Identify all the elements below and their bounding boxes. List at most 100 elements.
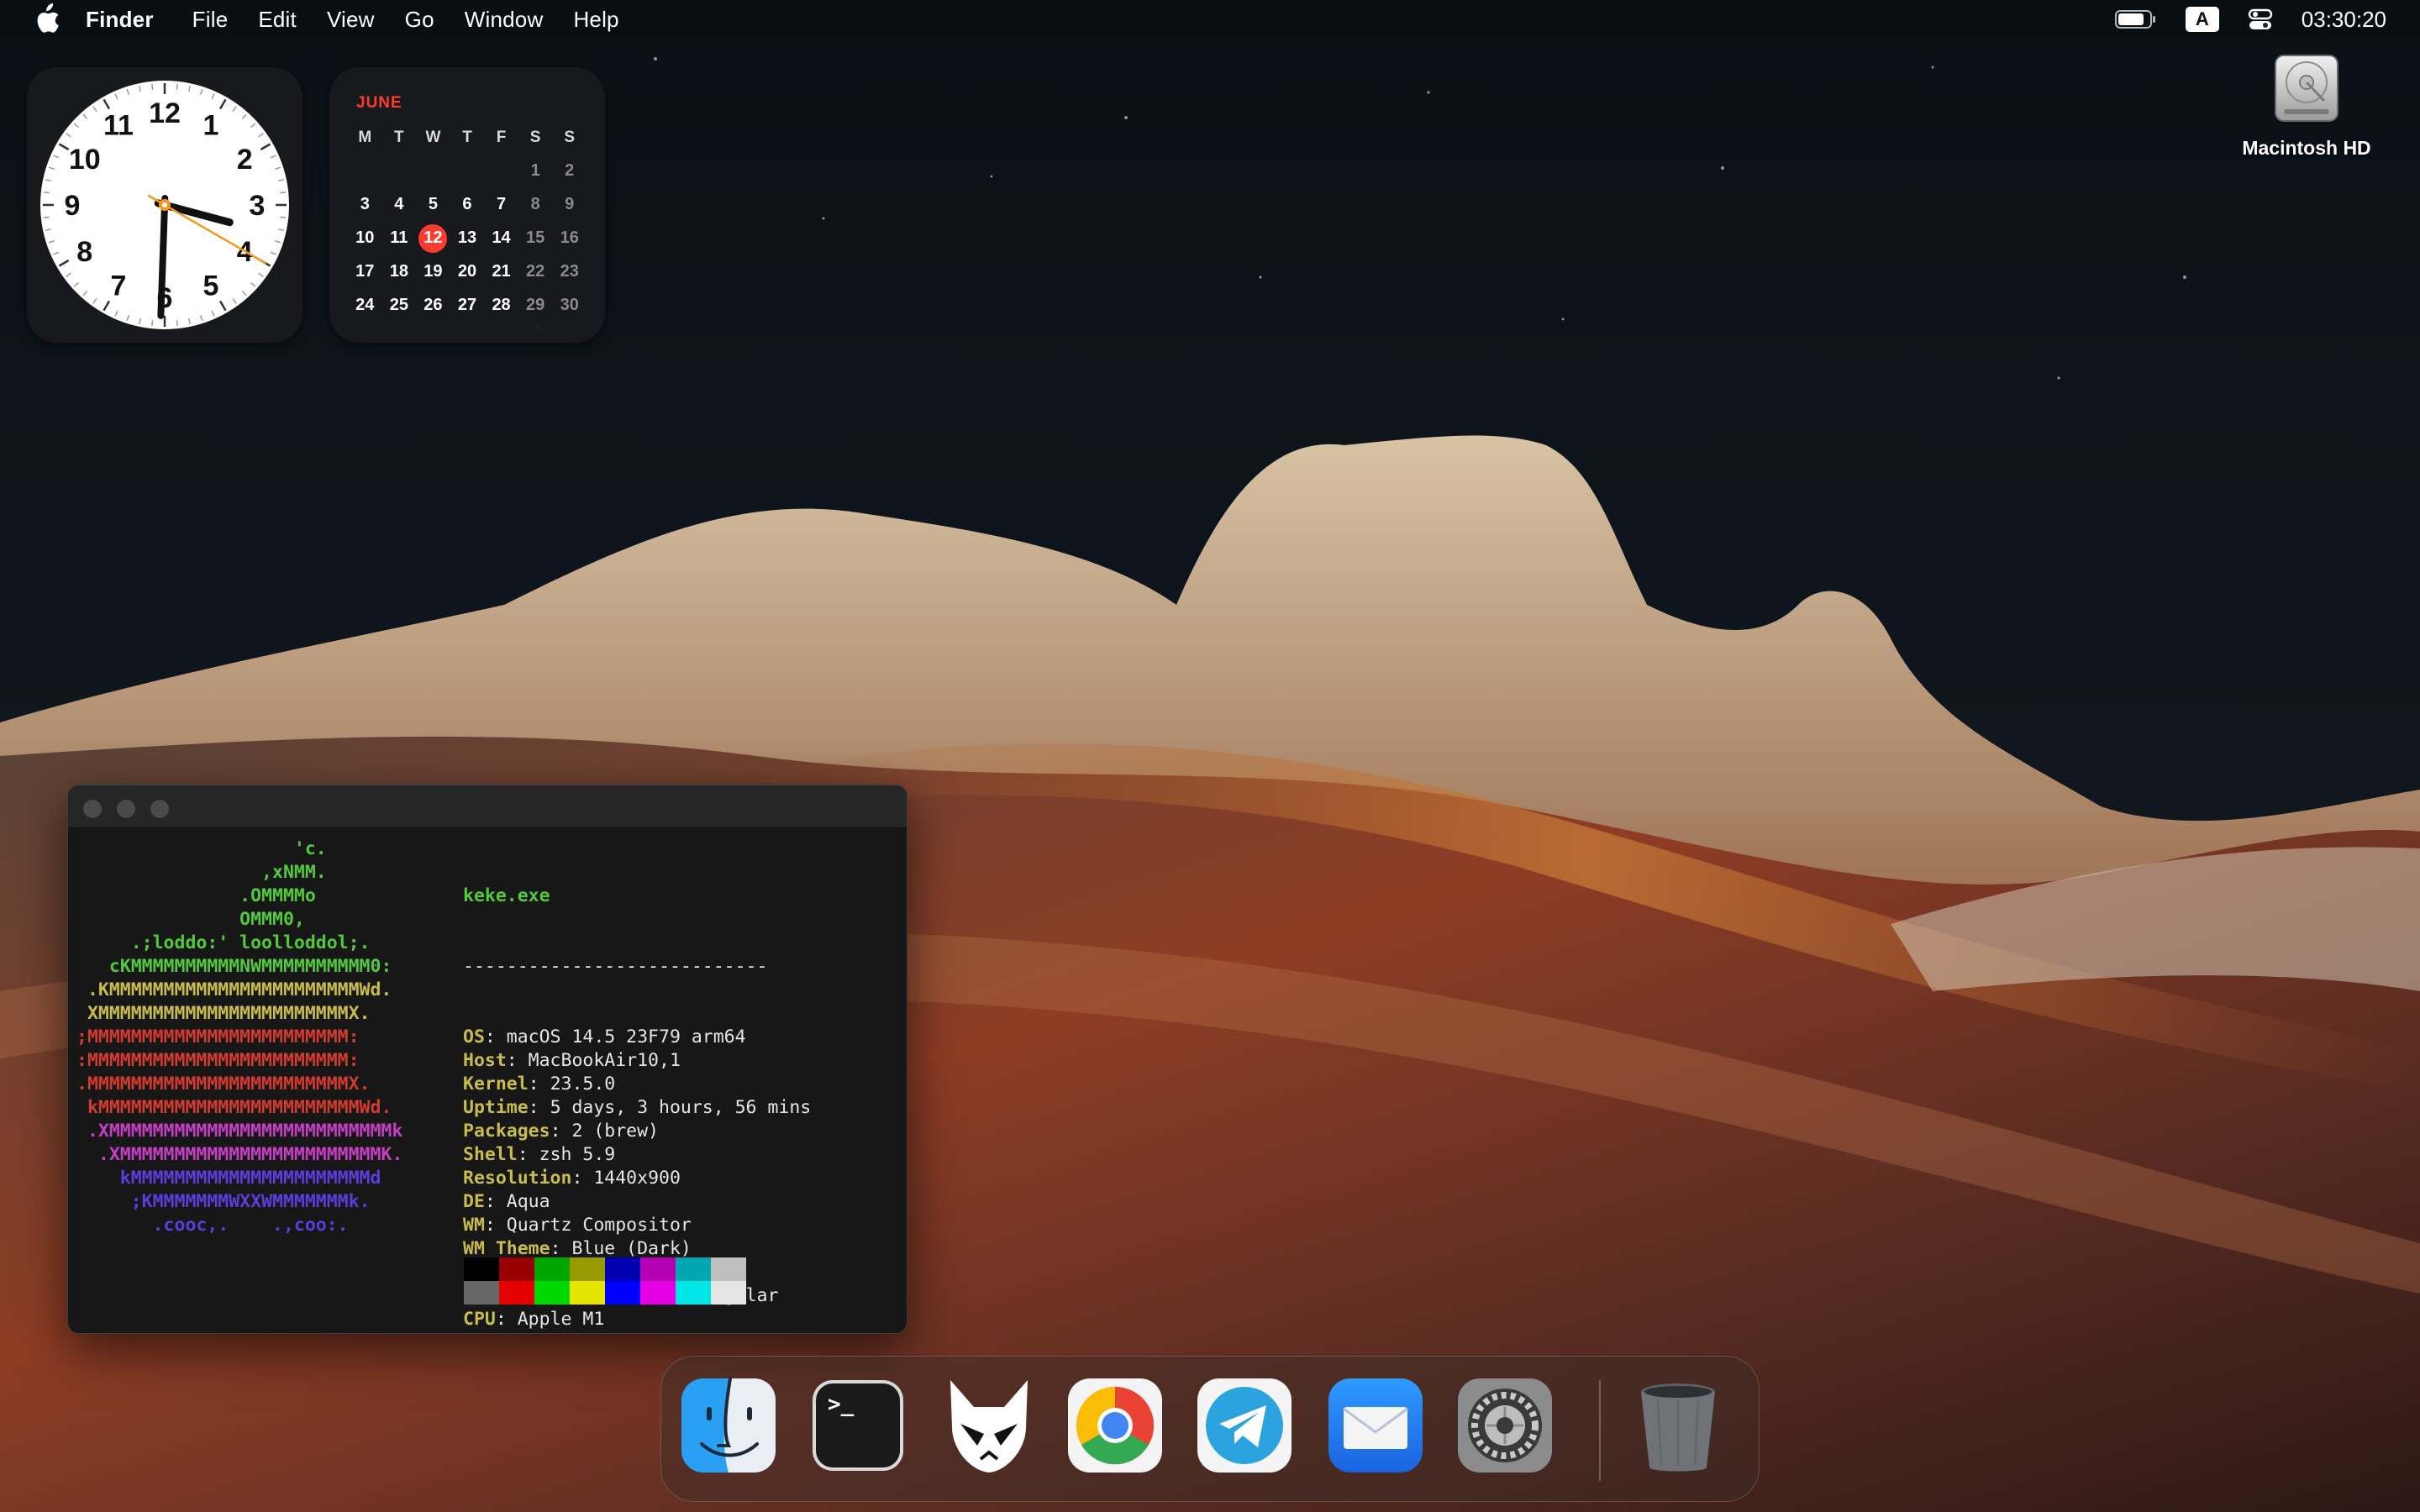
calendar-day	[450, 156, 485, 186]
calendar-day: 18	[389, 262, 408, 281]
calendar-day	[348, 156, 382, 186]
menu-go[interactable]: Go	[405, 7, 434, 33]
terminal-window[interactable]: 'c. ,xNMM. .OMMMMo OMMM0, .;loddo:' lool…	[67, 785, 908, 1334]
menu-app-finder[interactable]: Finder	[86, 7, 154, 33]
calendar-weekday: W	[425, 128, 441, 146]
neofetch-value: Apple M1	[518, 1332, 605, 1333]
calendar-day: 19	[424, 262, 443, 281]
neofetch-key: Packages	[463, 1121, 550, 1142]
calendar-day: 27	[457, 296, 477, 314]
calendar-day: 2	[565, 161, 575, 180]
foxy-icon[interactable]	[939, 1375, 1039, 1476]
neofetch-key: CPU	[463, 1309, 496, 1330]
neofetch-info-row: DE: Aqua	[463, 1191, 550, 1212]
neofetch-key: Kernel	[463, 1074, 529, 1095]
clock-number: 7	[111, 270, 127, 302]
neofetch-logo-line: XMMMMMMMMMMMMMMMMMMMMMMMX.	[76, 1003, 371, 1024]
calendar-day: 6	[462, 195, 472, 213]
palette-swatch	[605, 1281, 640, 1305]
menu-bar-clock[interactable]: 03:30:20	[2302, 7, 2386, 33]
calendar-day: 30	[560, 296, 579, 314]
minimize-button[interactable]	[117, 800, 135, 818]
neofetch-logo-line: ;KMMMMMMMWXXWMMMMMMMk.	[76, 1191, 371, 1212]
input-source-badge[interactable]: A	[2185, 7, 2219, 32]
neofetch-value: 2 (brew)	[571, 1121, 660, 1142]
calendar-grid: M T W T F S S 1 2 3 4 5 6 7 8 9 10 11 12 13 14 15 16 17 18 19 20 21…	[348, 123, 587, 320]
calendar-day: 4	[394, 195, 404, 213]
neofetch-info-row: Packages: 2 (brew)	[463, 1121, 660, 1142]
trash-icon[interactable]	[1628, 1375, 1728, 1476]
finder-icon[interactable]	[678, 1375, 779, 1476]
desktop-item-macintosh-hd[interactable]: Macintosh HD	[2227, 50, 2386, 160]
palette-swatch	[711, 1257, 746, 1281]
menu-window[interactable]: Window	[465, 7, 544, 33]
calendar-day: 9	[565, 195, 575, 213]
clock-number: 10	[69, 144, 101, 176]
calendar-day: 28	[492, 296, 511, 314]
clock-tick	[280, 216, 287, 218]
calendar-day: 5	[428, 195, 438, 213]
apple-icon[interactable]	[32, 3, 60, 35]
terminal-titlebar[interactable]	[68, 785, 907, 828]
neofetch-value: Apple M1	[517, 1309, 605, 1330]
palette-swatch	[570, 1257, 605, 1281]
calendar-day: 21	[492, 262, 511, 281]
menu-help[interactable]: Help	[573, 7, 618, 33]
calendar-day: 14	[492, 228, 511, 247]
neofetch-logo-line: .OMMMMo	[76, 885, 316, 906]
calendar-day: 24	[355, 296, 375, 314]
palette-swatch	[605, 1257, 640, 1281]
calendar-day: 25	[389, 296, 408, 314]
palette-swatch	[499, 1257, 534, 1281]
calendar-day: 29	[526, 296, 545, 314]
neofetch-logo-line: kMMMMMMMMMMMMMMMMMMMMMMd	[76, 1168, 381, 1189]
calendar-day: 17	[355, 262, 375, 281]
battery-icon[interactable]	[2114, 10, 2157, 29]
calendar-day: 26	[424, 296, 443, 314]
neofetch-value: macOS 14.5 23F79 arm64	[506, 1026, 746, 1047]
neofetch-logo-line: .KMMMMMMMMMMMMMMMMMMMMMMMWd.	[76, 979, 392, 1000]
calendar-day: 15	[526, 228, 545, 247]
neofetch-logo-line: .;loddo:' loolloddol;.	[76, 932, 371, 953]
neofetch-info-row: WM: Quartz Compositor	[463, 1215, 692, 1236]
neofetch-logo-line: 'c.	[76, 838, 327, 859]
system-settings-icon[interactable]	[1455, 1375, 1555, 1476]
terminal-content[interactable]: 'c. ,xNMM. .OMMMMo OMMM0, .;loddo:' lool…	[68, 829, 907, 1333]
neofetch-value: Aqua	[506, 1191, 550, 1212]
palette-swatch	[676, 1281, 711, 1305]
calendar-day: 10	[355, 228, 375, 247]
calendar-weekday: T	[462, 128, 472, 146]
mail-icon[interactable]	[1325, 1375, 1426, 1476]
control-center-icon[interactable]	[2248, 7, 2273, 32]
calendar-day	[416, 156, 450, 186]
calendar-day: 11	[390, 228, 408, 247]
calendar-weekday: F	[496, 128, 507, 146]
palette-swatch	[464, 1281, 499, 1305]
chrome-icon[interactable]	[1065, 1375, 1165, 1476]
clock-widget[interactable]: 121234567891011	[27, 67, 302, 343]
hard-drive-icon	[2275, 55, 2338, 122]
neofetch-key: DE	[463, 1191, 485, 1212]
neofetch-logo-line: .XMMMMMMMMMMMMMMMMMMMMMMMMMMk	[76, 1121, 403, 1142]
neofetch-key: OS	[463, 1026, 485, 1047]
zoom-button[interactable]	[150, 800, 169, 818]
telegram-icon[interactable]	[1194, 1375, 1295, 1476]
palette-swatch	[711, 1281, 746, 1305]
calendar-day	[382, 156, 417, 186]
neofetch-info-row: Shell: zsh 5.9	[463, 1144, 616, 1165]
clock-tick	[151, 320, 154, 327]
menu-file[interactable]: File	[192, 7, 229, 33]
neofetch-key: WM Theme	[463, 1238, 550, 1259]
palette-swatch	[534, 1281, 570, 1305]
terminal-icon[interactable]: >_	[808, 1375, 908, 1476]
menu-edit[interactable]: Edit	[258, 7, 297, 33]
color-palette	[464, 1257, 746, 1305]
neofetch-info-row: CPU: Apple M1	[463, 1309, 605, 1330]
neofetch-key: Uptime	[463, 1097, 529, 1118]
menu-view[interactable]: View	[327, 7, 375, 33]
calendar-widget[interactable]: JUNE M T W T F S S 1 2 3 4 5 6 7 8 9 10 11 12 13 14 15 16 17 18 1…	[329, 67, 605, 343]
terminal-prompt-glyph: >_	[828, 1392, 855, 1417]
close-button[interactable]	[83, 800, 102, 818]
clock-number: 5	[203, 270, 219, 302]
neofetch-value: MacBookAir10,1	[528, 1050, 681, 1071]
